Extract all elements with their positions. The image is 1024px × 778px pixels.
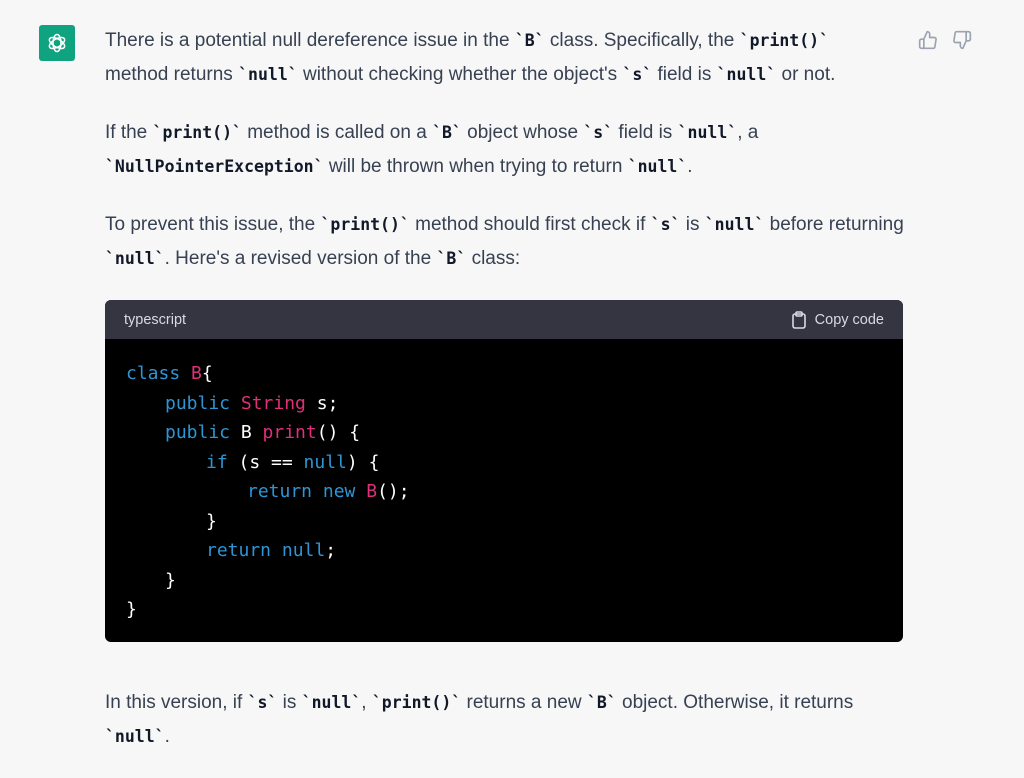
code-token: (); bbox=[377, 481, 410, 502]
inline-code: `print()` bbox=[739, 31, 830, 50]
code-content: class B{ public String s; public B print… bbox=[105, 339, 903, 642]
inline-code: `s` bbox=[650, 215, 681, 234]
code-token: } bbox=[126, 599, 137, 620]
code-token: print bbox=[262, 422, 317, 443]
code-line: public String s; bbox=[126, 389, 882, 419]
code-token: } bbox=[206, 510, 217, 532]
text: or not. bbox=[776, 64, 836, 85]
inline-code: `null` bbox=[105, 726, 165, 746]
code-block: typescript Copy code class B{ public Str… bbox=[105, 300, 903, 642]
inline-code: `B` bbox=[514, 31, 545, 50]
code-line: return new B(); bbox=[126, 477, 882, 507]
code-block-header: typescript Copy code bbox=[105, 300, 903, 339]
text: To prevent this issue, the bbox=[105, 214, 321, 235]
text: without checking whether the object's bbox=[297, 64, 623, 85]
inline-code: `B` bbox=[586, 692, 617, 712]
code-line: return null; bbox=[126, 536, 882, 566]
inline-code: `print()` bbox=[320, 215, 410, 234]
text: method should first check if bbox=[409, 214, 651, 235]
code-token: B bbox=[191, 363, 202, 384]
inline-code: `s` bbox=[247, 692, 278, 712]
text: is bbox=[680, 214, 705, 235]
inline-code: `null` bbox=[716, 65, 777, 84]
code-token: return null bbox=[206, 540, 326, 561]
code-token: return new bbox=[247, 481, 367, 502]
clipboard-icon bbox=[791, 310, 806, 329]
inline-code: `null` bbox=[704, 215, 765, 234]
code-line: class B{ bbox=[126, 359, 882, 389]
inline-code: `print()` bbox=[371, 692, 462, 712]
message-paragraph-2: If the `print()` method is called on a `… bbox=[105, 116, 905, 184]
inline-code: `B` bbox=[432, 123, 462, 142]
code-token: s; bbox=[305, 392, 339, 414]
code-language-label: typescript bbox=[124, 311, 187, 328]
code-token: public bbox=[165, 422, 241, 443]
text: In this version, if bbox=[105, 691, 248, 713]
inline-code: `null` bbox=[301, 692, 362, 712]
text: method is called on a bbox=[241, 122, 433, 143]
code-token: B bbox=[240, 422, 263, 443]
text: field is bbox=[613, 122, 678, 143]
text: returns a new bbox=[461, 691, 587, 713]
text: field is bbox=[652, 64, 717, 85]
code-token: ; bbox=[325, 540, 337, 561]
text: will be thrown when trying to return bbox=[323, 156, 628, 177]
thumbs-up-button[interactable] bbox=[916, 28, 940, 52]
inline-code: `NullPointerException` bbox=[105, 157, 324, 176]
code-token: (s == bbox=[238, 451, 304, 473]
text: If the bbox=[105, 122, 153, 143]
code-line: public B print() { bbox=[126, 418, 882, 448]
code-token: B bbox=[366, 481, 378, 502]
copy-code-button[interactable]: Copy code bbox=[791, 310, 884, 329]
copy-code-label: Copy code bbox=[814, 311, 884, 328]
code-token: if bbox=[206, 451, 239, 473]
text: . Here's a revised version of the bbox=[164, 248, 437, 269]
code-token: public bbox=[165, 392, 241, 414]
code-token: class bbox=[126, 363, 192, 384]
assistant-message: There is a potential null dereference is… bbox=[105, 24, 905, 778]
code-token: } bbox=[165, 569, 176, 591]
text: There is a potential null dereference is… bbox=[105, 30, 515, 51]
code-token: () { bbox=[316, 422, 361, 443]
text: , a bbox=[737, 122, 759, 143]
code-token: { bbox=[201, 363, 213, 384]
inline-code: `null` bbox=[677, 123, 738, 142]
inline-code: `s` bbox=[622, 65, 653, 84]
message-paragraph-1: There is a potential null dereference is… bbox=[105, 24, 905, 92]
message-paragraph-4: In this version, if `s` is `null`, `prin… bbox=[105, 686, 905, 754]
text: class. Specifically, the bbox=[544, 30, 740, 51]
code-line: if (s == null) { bbox=[126, 448, 882, 478]
openai-logo-icon bbox=[48, 33, 66, 53]
code-token: String bbox=[240, 392, 306, 414]
code-line: } bbox=[126, 595, 882, 625]
text: is bbox=[277, 691, 302, 713]
text: class: bbox=[466, 248, 521, 269]
text: . bbox=[687, 156, 693, 177]
message-paragraph-3: To prevent this issue, the `print()` met… bbox=[105, 208, 905, 276]
assistant-avatar bbox=[39, 25, 75, 61]
inline-code: `null` bbox=[105, 249, 165, 268]
code-line: } bbox=[126, 507, 882, 537]
thumbs-down-icon bbox=[953, 30, 972, 50]
text: object. Otherwise, it returns bbox=[616, 691, 854, 713]
text: , bbox=[361, 691, 372, 713]
code-line: } bbox=[126, 566, 882, 596]
feedback-controls bbox=[916, 28, 974, 52]
inline-code: `B` bbox=[436, 249, 467, 268]
text: object whose bbox=[461, 122, 584, 143]
text: before returning bbox=[764, 214, 904, 235]
text: method returns bbox=[105, 64, 239, 85]
thumbs-down-button[interactable] bbox=[950, 28, 974, 52]
text: . bbox=[164, 725, 170, 747]
inline-code: `null` bbox=[238, 65, 298, 84]
inline-code: `print()` bbox=[152, 123, 242, 142]
thumbs-up-icon bbox=[918, 30, 937, 50]
code-token: ) { bbox=[346, 451, 380, 473]
inline-code: `null` bbox=[627, 157, 688, 176]
inline-code: `s` bbox=[583, 123, 614, 142]
code-token: null bbox=[303, 451, 347, 473]
